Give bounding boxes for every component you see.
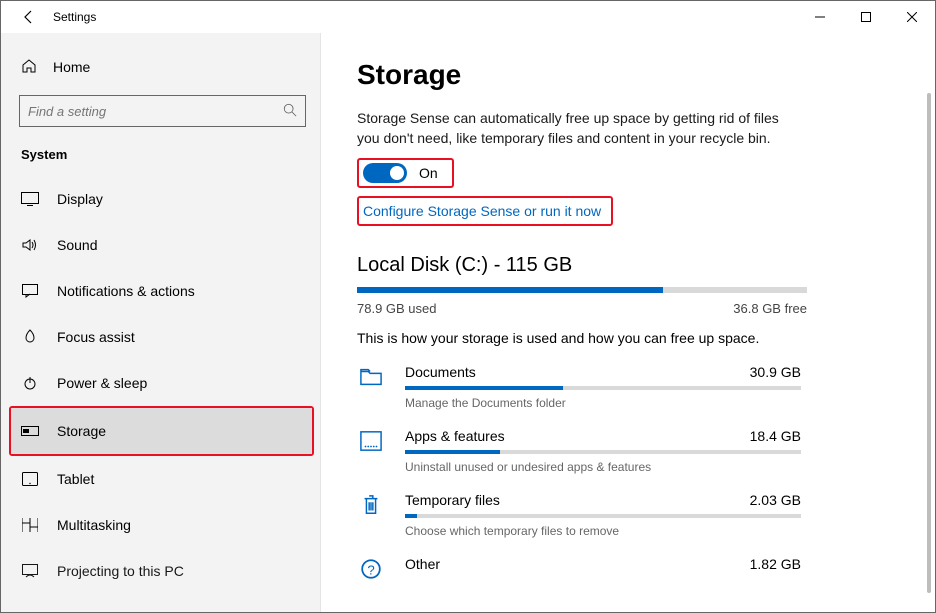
category-size: 1.82 GB	[750, 556, 801, 572]
category-apps[interactable]: Apps & features 18.4 GB Uninstall unused …	[357, 428, 915, 474]
configure-storage-sense-link[interactable]: Configure Storage Sense or run it now	[357, 196, 613, 226]
sound-icon	[21, 238, 39, 252]
scrollbar[interactable]	[927, 93, 931, 593]
usage-desc: This is how your storage is used and how…	[357, 330, 915, 346]
nav-label: Tablet	[57, 471, 94, 487]
category-list: Documents 30.9 GB Manage the Documents fo…	[357, 364, 915, 580]
category-name: Temporary files	[405, 492, 500, 508]
projecting-icon	[21, 564, 39, 578]
nav-label: Display	[57, 191, 103, 207]
nav-label: Storage	[57, 423, 106, 439]
home-icon	[21, 58, 37, 77]
disk-title: Local Disk (C:) - 115 GB	[357, 254, 915, 277]
home-nav[interactable]: Home	[11, 49, 318, 85]
nav-focus-assist[interactable]: Focus assist	[11, 314, 318, 360]
maximize-button[interactable]	[843, 1, 889, 33]
category-label: System	[11, 143, 318, 176]
titlebar: Settings	[1, 1, 935, 33]
sidebar: Home System Display Sound	[1, 33, 321, 612]
category-size: 18.4 GB	[750, 428, 801, 444]
page-title: Storage	[357, 59, 915, 91]
tablet-icon	[21, 472, 39, 486]
documents-icon	[357, 364, 385, 410]
nav-list: Display Sound Notifications & actions Fo…	[11, 176, 318, 594]
disk-usage-bar	[357, 287, 807, 293]
category-bar	[405, 386, 801, 390]
nav-label: Projecting to this PC	[57, 563, 184, 579]
nav-label: Focus assist	[57, 329, 135, 345]
category-hint: Uninstall unused or undesired apps & fea…	[405, 460, 801, 474]
disk-legend: 78.9 GB used 36.8 GB free	[357, 301, 807, 316]
category-bar	[405, 514, 801, 518]
storage-sense-toggle[interactable]	[363, 163, 407, 183]
category-bar	[405, 450, 801, 454]
storage-icon	[21, 426, 39, 436]
focus-icon	[21, 329, 39, 345]
disk-used-bar	[357, 287, 663, 293]
category-hint: Manage the Documents folder	[405, 396, 801, 410]
category-temp[interactable]: Temporary files 2.03 GB Choose which temp…	[357, 492, 915, 538]
nav-notifications[interactable]: Notifications & actions	[11, 268, 318, 314]
category-name: Apps & features	[405, 428, 505, 444]
category-size: 2.03 GB	[750, 492, 801, 508]
nav-label: Notifications & actions	[57, 283, 195, 299]
storage-sense-desc: Storage Sense can automatically free up …	[357, 109, 787, 148]
category-name: Documents	[405, 364, 476, 380]
window-controls	[797, 1, 935, 33]
back-button[interactable]	[9, 1, 49, 33]
trash-icon	[357, 492, 385, 538]
display-icon	[21, 192, 39, 206]
nav-power-sleep[interactable]: Power & sleep	[11, 360, 318, 406]
category-hint: Choose which temporary files to remove	[405, 524, 801, 538]
search-box[interactable]	[19, 95, 306, 127]
window-title: Settings	[53, 10, 96, 24]
home-label: Home	[53, 59, 90, 75]
minimize-button[interactable]	[797, 1, 843, 33]
nav-display[interactable]: Display	[11, 176, 318, 222]
multitasking-icon	[21, 518, 39, 532]
other-icon: ?	[357, 556, 385, 580]
nav-label: Sound	[57, 237, 97, 253]
toggle-label: On	[419, 165, 438, 181]
notifications-icon	[21, 284, 39, 298]
category-other[interactable]: ? Other 1.82 GB	[357, 556, 915, 580]
category-size: 30.9 GB	[750, 364, 801, 380]
category-documents[interactable]: Documents 30.9 GB Manage the Documents fo…	[357, 364, 915, 410]
main-content: Storage Storage Sense can automatically …	[321, 33, 935, 612]
power-icon	[21, 376, 39, 390]
nav-label: Power & sleep	[57, 375, 147, 391]
nav-projecting[interactable]: Projecting to this PC	[11, 548, 318, 594]
category-name: Other	[405, 556, 440, 572]
disk-free-label: 36.8 GB free	[733, 301, 807, 316]
close-button[interactable]	[889, 1, 935, 33]
settings-window: Settings Home System Display	[0, 0, 936, 613]
svg-text:?: ?	[367, 563, 374, 578]
nav-sound[interactable]: Sound	[11, 222, 318, 268]
nav-multitasking[interactable]: Multitasking	[11, 502, 318, 548]
disk-free-bar	[663, 287, 807, 293]
disk-used-label: 78.9 GB used	[357, 301, 437, 316]
nav-storage[interactable]: Storage	[11, 408, 312, 454]
nav-tablet[interactable]: Tablet	[11, 456, 318, 502]
nav-label: Multitasking	[57, 517, 131, 533]
search-input[interactable]	[28, 104, 283, 119]
apps-icon	[357, 428, 385, 474]
search-icon	[283, 103, 297, 120]
